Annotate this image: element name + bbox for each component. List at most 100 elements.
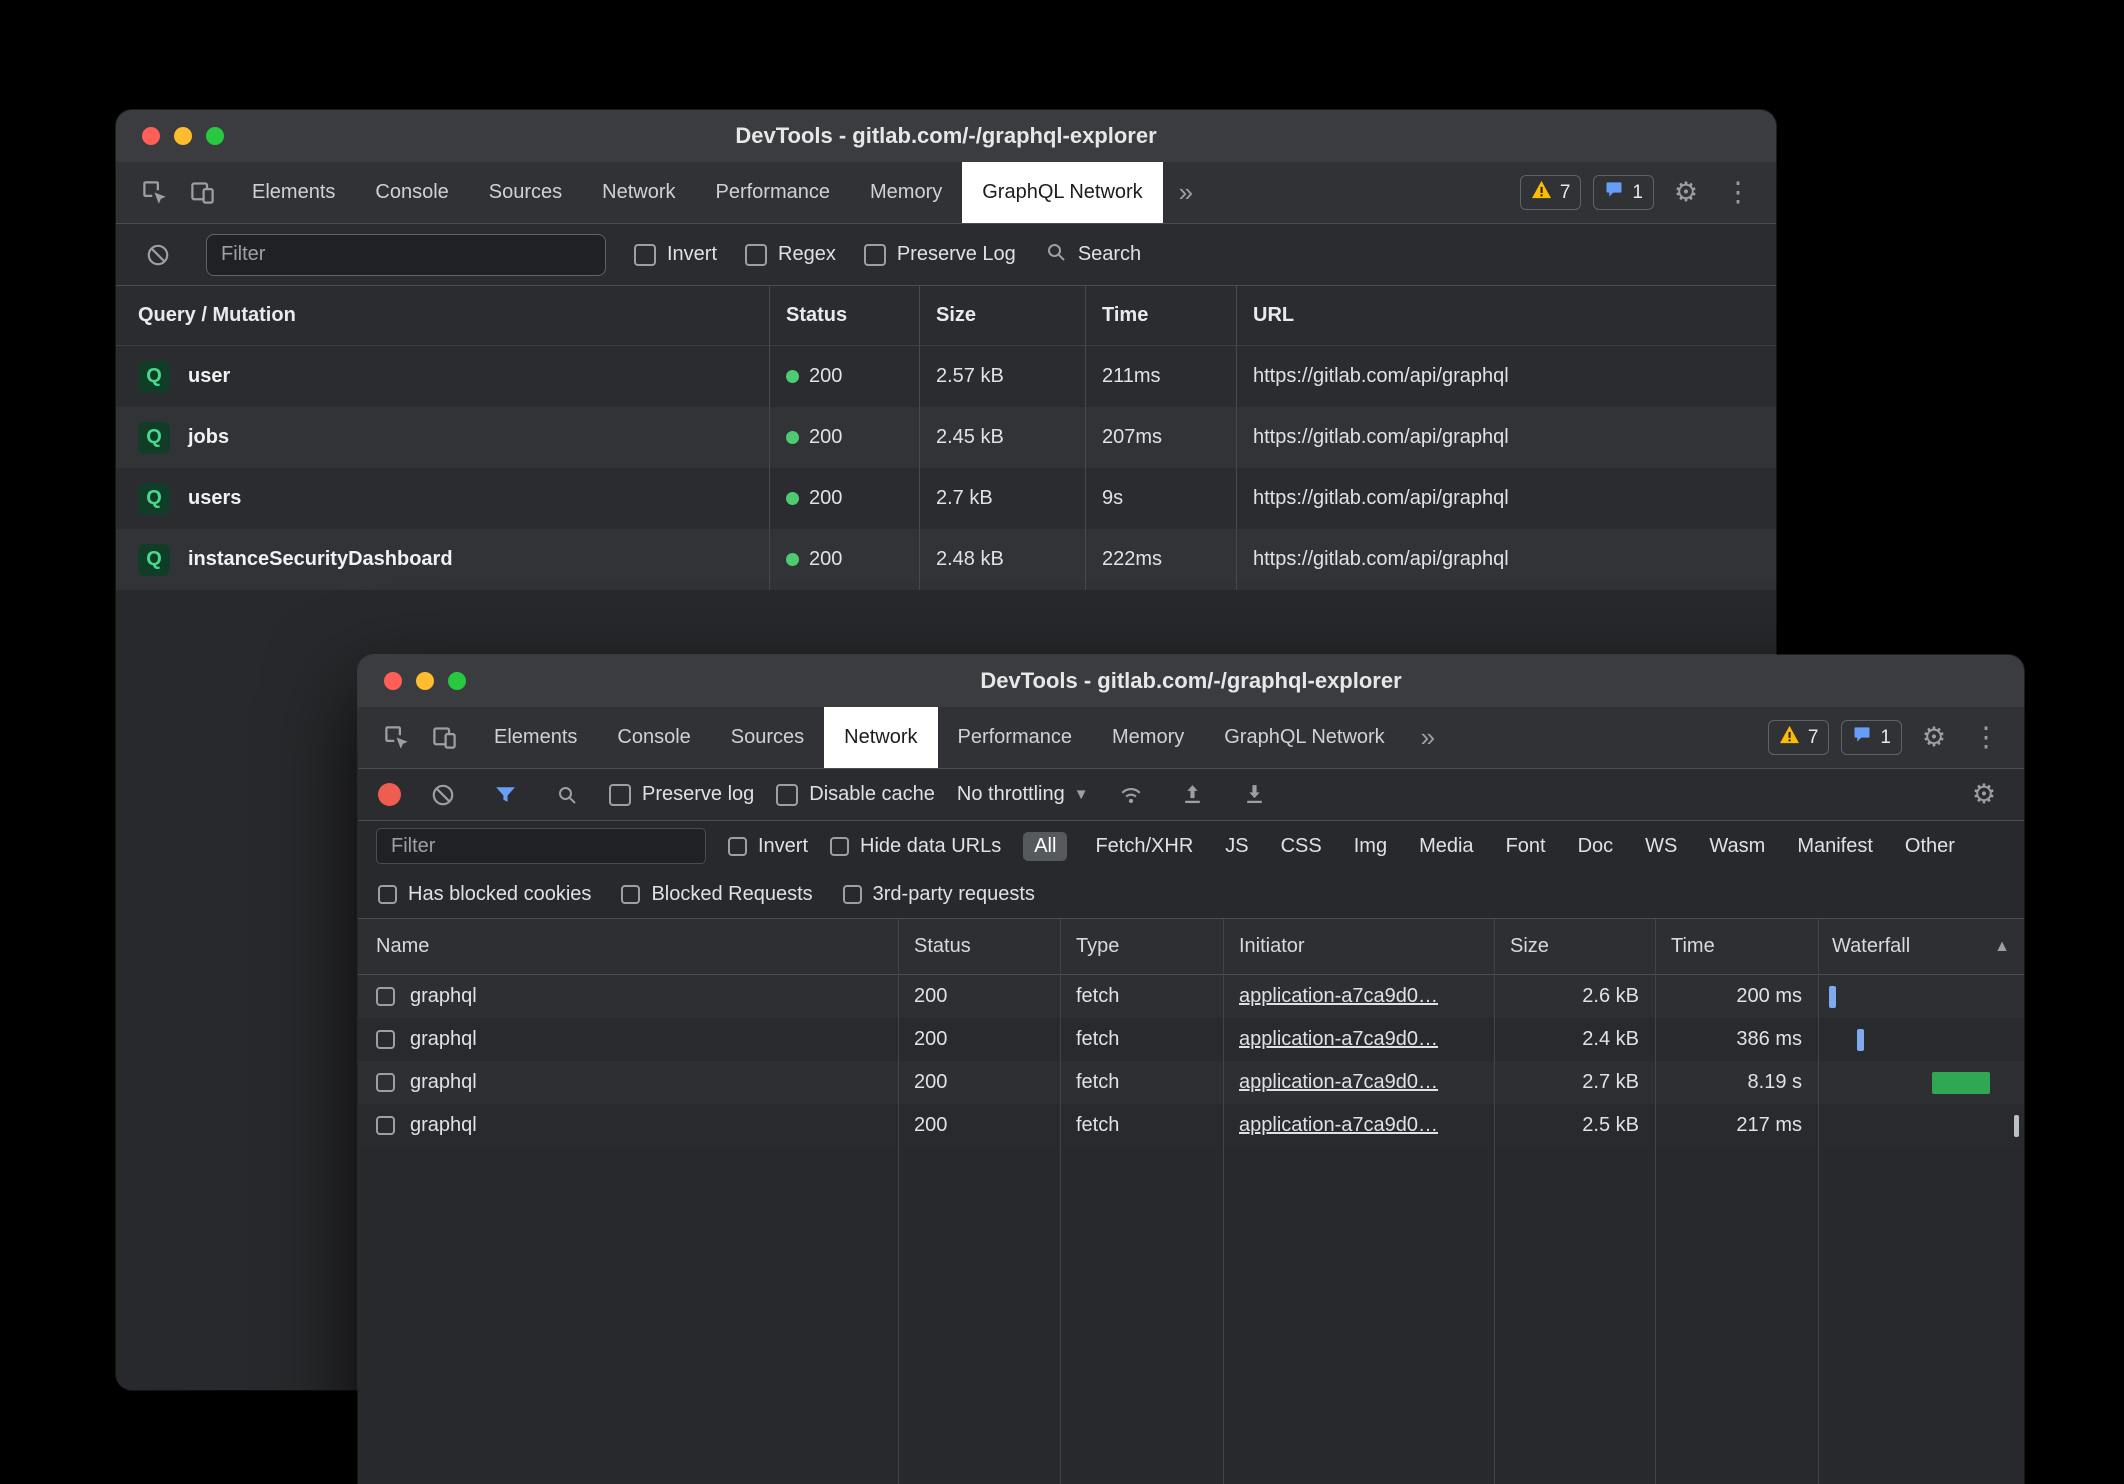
query-row[interactable]: Q instanceSecurityDashboard 200 2.48 kB … [116,529,1776,590]
tab-performance[interactable]: Performance [938,707,1093,768]
tab-graphql-network[interactable]: GraphQL Network [962,162,1162,223]
col-status[interactable]: Status [898,919,1060,974]
request-row[interactable]: graphql 200 fetch application-a7ca9d0… 2… [358,1061,2024,1104]
type-filter-fetch-xhr[interactable]: Fetch/XHR [1091,832,1197,861]
invert-checkbox[interactable] [728,837,747,856]
inspect-element-icon[interactable] [376,718,416,758]
hide-data-urls-checkbox[interactable] [830,837,849,856]
url-cell: https://gitlab.com/api/graphql [1236,346,1776,407]
preserve-log-checkbox[interactable] [864,244,886,266]
minimize-button[interactable] [174,127,192,145]
request-row[interactable]: graphql 200 fetch application-a7ca9d0… 2… [358,1104,2024,1147]
query-row[interactable]: Q user 200 2.57 kB 211ms https://gitlab.… [116,346,1776,407]
blocked-requests-checkbox[interactable] [621,885,640,904]
tab-network[interactable]: Network [824,707,937,768]
close-button[interactable] [384,672,402,690]
request-row[interactable]: graphql 200 fetch application-a7ca9d0… 2… [358,975,2024,1018]
invert-checkbox[interactable] [634,244,656,266]
request-type-filters: All Fetch/XHR JS CSS Img Media Font Doc … [1023,832,1959,861]
tab-sources[interactable]: Sources [711,707,824,768]
tab-network[interactable]: Network [582,162,695,223]
tab-elements[interactable]: Elements [474,707,597,768]
type-filter-media[interactable]: Media [1415,832,1477,861]
col-type[interactable]: Type [1060,919,1223,974]
search-control[interactable]: Search [1044,240,1141,270]
tab-memory[interactable]: Memory [850,162,962,223]
more-tabs-button[interactable]: » [1405,707,1451,768]
type-filter-ws[interactable]: WS [1641,832,1681,861]
tab-elements[interactable]: Elements [232,162,355,223]
chevron-down-icon: ▼ [1074,786,1089,803]
clear-icon[interactable] [423,775,463,815]
query-name: user [188,365,230,388]
initiator-link[interactable]: application-a7ca9d0… [1239,1114,1438,1137]
record-button[interactable] [378,783,401,806]
row-checkbox[interactable] [376,1116,395,1135]
more-options-icon[interactable]: ⋮ [1966,718,2006,758]
initiator-link[interactable]: application-a7ca9d0… [1239,1071,1438,1094]
tab-memory[interactable]: Memory [1092,707,1204,768]
initiator-link[interactable]: application-a7ca9d0… [1239,1028,1438,1051]
type-filter-css[interactable]: CSS [1277,832,1326,861]
tab-performance[interactable]: Performance [696,162,851,223]
initiator-link[interactable]: application-a7ca9d0… [1239,985,1438,1008]
more-options-icon[interactable]: ⋮ [1718,173,1758,213]
warnings-badge[interactable]: 7 [1520,175,1582,210]
warnings-badge[interactable]: 7 [1768,720,1830,755]
clear-icon[interactable] [138,235,178,275]
status-ok-dot [786,370,799,383]
settings-gear-icon[interactable]: ⚙ [1914,718,1954,758]
filter-funnel-icon[interactable] [485,775,525,815]
query-row[interactable]: Q jobs 200 2.45 kB 207ms https://gitlab.… [116,407,1776,468]
col-size[interactable]: Size [1494,919,1655,974]
device-toolbar-icon[interactable] [182,173,222,213]
query-row[interactable]: Q users 200 2.7 kB 9s https://gitlab.com… [116,468,1776,529]
third-party-requests-checkbox[interactable] [843,885,862,904]
close-button[interactable] [142,127,160,145]
type-filter-wasm[interactable]: Wasm [1705,832,1769,861]
waterfall-bar [1932,1072,1989,1094]
has-blocked-cookies-checkbox[interactable] [378,885,397,904]
export-har-icon[interactable] [1235,775,1275,815]
search-icon[interactable] [547,775,587,815]
titlebar: DevTools - gitlab.com/-/graphql-explorer [358,655,2024,707]
type-filter-font[interactable]: Font [1502,832,1550,861]
col-name[interactable]: Name [358,919,898,974]
zoom-button[interactable] [448,672,466,690]
request-row[interactable]: graphql 200 fetch application-a7ca9d0… 2… [358,1018,2024,1061]
type-filter-all[interactable]: All [1023,832,1067,861]
inspect-element-icon[interactable] [134,173,174,213]
type-filter-other[interactable]: Other [1901,832,1959,861]
network-conditions-icon[interactable] [1111,775,1151,815]
tab-console[interactable]: Console [355,162,468,223]
size-cell: 2.57 kB [919,346,1085,407]
type-filter-js[interactable]: JS [1221,832,1252,861]
type-filter-img[interactable]: Img [1350,832,1391,861]
zoom-button[interactable] [206,127,224,145]
row-checkbox[interactable] [376,987,395,1006]
type-filter-manifest[interactable]: Manifest [1793,832,1877,861]
disable-cache-checkbox[interactable] [776,784,798,806]
row-checkbox[interactable] [376,1073,395,1092]
network-filter-input[interactable] [376,828,706,864]
device-toolbar-icon[interactable] [424,718,464,758]
settings-gear-icon[interactable]: ⚙ [1666,173,1706,213]
type-filter-doc[interactable]: Doc [1574,832,1618,861]
row-checkbox[interactable] [376,1030,395,1049]
regex-checkbox[interactable] [745,244,767,266]
tab-graphql-network[interactable]: GraphQL Network [1204,707,1404,768]
issues-badge[interactable]: 1 [1841,720,1902,755]
col-waterfall[interactable]: Waterfall ▲ [1818,919,2024,974]
col-time[interactable]: Time [1655,919,1818,974]
col-initiator[interactable]: Initiator [1223,919,1494,974]
throttling-select[interactable]: No throttling ▼ [957,783,1089,806]
more-tabs-button[interactable]: » [1163,162,1209,223]
tab-sources[interactable]: Sources [469,162,582,223]
tab-console[interactable]: Console [597,707,710,768]
preserve-log-checkbox[interactable] [609,784,631,806]
filter-input[interactable] [206,234,606,276]
minimize-button[interactable] [416,672,434,690]
import-har-icon[interactable] [1173,775,1213,815]
network-settings-gear-icon[interactable]: ⚙ [1964,775,2004,815]
issues-badge[interactable]: 1 [1593,175,1654,210]
